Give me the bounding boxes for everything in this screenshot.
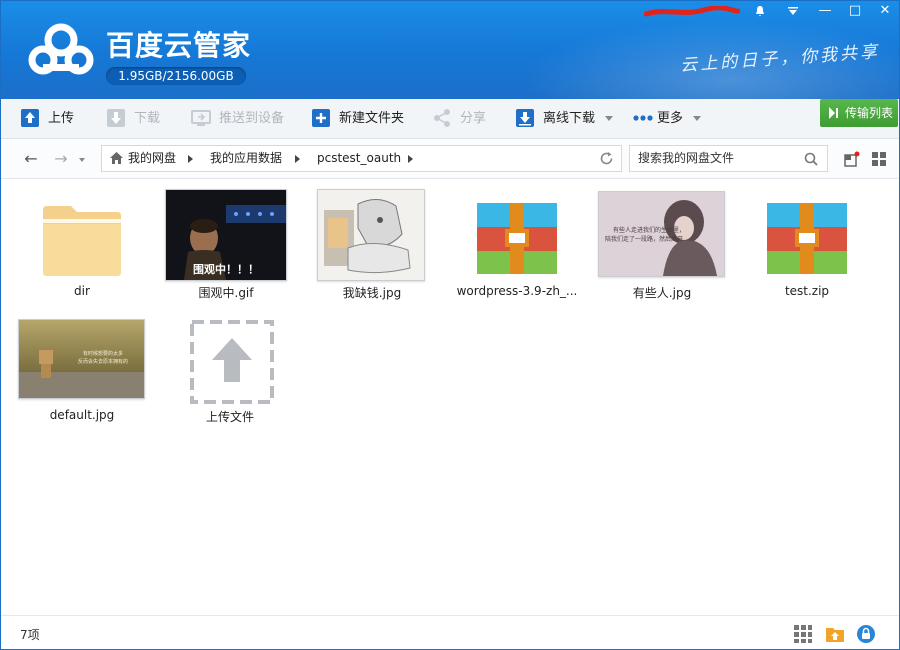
navigation-bar: ← → 我的网盘 我的应用数据 pcstest_oauth 搜索我的网盘文件 [0,139,900,179]
breadcrumb-separator-icon [188,155,193,163]
back-button[interactable]: ← [21,149,41,169]
item-count: 7项 [20,628,40,642]
storage-quota: 1.95GB/2156.00GB [106,67,246,85]
home-icon [110,152,123,164]
push-label: 推送到设备 [219,111,285,126]
chevron-down-icon [79,157,85,162]
offline-download-icon [516,108,534,127]
bell-icon[interactable] [745,0,775,22]
upload-arrow-icon [190,320,274,404]
toolbar: 上传 下载 推送到设备 新建文件夹 分享 离线下载 更多 [0,99,900,139]
download-label: 下载 [134,111,161,126]
forward-button[interactable]: → [51,149,71,169]
apps-grid-icon[interactable] [793,624,813,644]
close-button[interactable]: ✕ [870,0,900,22]
history-dropdown[interactable] [76,149,88,169]
thumbnail-caption: 有时候想要的太多 反而会失去原本拥有的 [77,351,128,365]
folder-icon [43,206,121,276]
file-name: 围观中.gif [198,286,254,300]
baidu-cloud-logo-icon [28,23,94,75]
new-folder-label: 新建文件夹 [339,111,405,126]
transfer-list-button[interactable]: 传输列表 [820,99,898,127]
transfer-icon [829,107,838,119]
breadcrumb-item-my-disk[interactable]: 我的网盘 [128,146,176,171]
file-name: default.jpg [49,408,115,422]
thumbnail-people-image: 有些人走进我们的生命里， 陪我们走了一段路，然后离开…… [598,191,725,277]
thumbnail-default-image: 有时候想要的太多 反而会失去原本拥有的 [18,319,145,399]
minimize-button[interactable]: — [810,0,840,22]
breadcrumb: 我的网盘 我的应用数据 pcstest_oauth [101,145,622,172]
breadcrumb-separator-icon [408,155,413,163]
zip-archive-icon [477,203,557,274]
thumbnail-caption: 有些人走进我们的生命里， 陪我们走了一段路，然后离开…… [605,227,696,243]
search-placeholder: 搜索我的网盘文件 [638,151,735,165]
search-input[interactable]: 搜索我的网盘文件 [629,145,828,172]
download-button[interactable]: 下载 [106,99,160,139]
title-bar: 百度云管家 1.95GB/2156.00GB 云上的日子，你我共享 — □ ✕ [0,0,900,99]
file-name: 有些人.jpg [632,286,692,300]
upload-folder-icon[interactable] [825,624,845,644]
zip-archive-icon [767,203,847,274]
notification-view-icon[interactable] [844,151,860,167]
chevron-down-icon [605,116,614,121]
download-icon [107,108,125,127]
file-name: test.zip [784,284,830,298]
thumbnail-money-image [317,189,425,281]
offline-download-button[interactable]: 离线下载 [515,99,614,139]
upload-label: 上传 [48,111,75,126]
dropdown-menu-icon[interactable] [778,0,808,22]
search-icon[interactable] [804,152,818,166]
status-bar: 7项 [0,615,900,650]
more-button[interactable]: 更多 [633,99,702,139]
refresh-icon[interactable] [599,151,614,166]
thumbnail-gif-image: 围观中！！！ [165,189,287,281]
share-icon [434,108,450,127]
push-to-device-button[interactable]: 推送到设备 [191,99,284,139]
offline-download-label: 离线下载 [543,111,596,126]
file-name: 我缺钱.jpg [342,286,402,300]
app-title: 百度云管家 [106,29,252,62]
maximize-button[interactable]: □ [840,0,870,22]
file-name: 上传文件 [205,410,254,424]
breadcrumb-item-pcstest[interactable]: pcstest_oauth [317,146,401,171]
thumbnail-caption: 围观中！！！ [193,263,259,276]
lock-icon[interactable] [856,624,876,644]
new-folder-icon [312,108,330,127]
more-dots-icon [633,114,653,121]
file-name: dir [74,284,90,298]
new-folder-button[interactable]: 新建文件夹 [311,99,404,139]
more-label: 更多 [657,111,684,126]
upload-icon [21,108,39,127]
share-button[interactable]: 分享 [432,99,486,139]
device-icon [191,109,211,126]
redacted-username[interactable] [644,6,740,18]
chevron-down-icon [693,116,702,121]
transfer-list-label: 传输列表 [845,106,894,120]
file-grid: dir 围观中！！！ 围观中.gif 我缺钱.jpg wordpress-3.9… [0,180,900,615]
breadcrumb-item-app-data[interactable]: 我的应用数据 [210,146,282,171]
share-label: 分享 [460,111,487,126]
grid-view-icon[interactable] [871,151,887,167]
file-name: wordpress-3.9-zh_... [456,284,578,298]
breadcrumb-separator-icon [295,155,300,163]
upload-button[interactable]: 上传 [20,99,74,139]
